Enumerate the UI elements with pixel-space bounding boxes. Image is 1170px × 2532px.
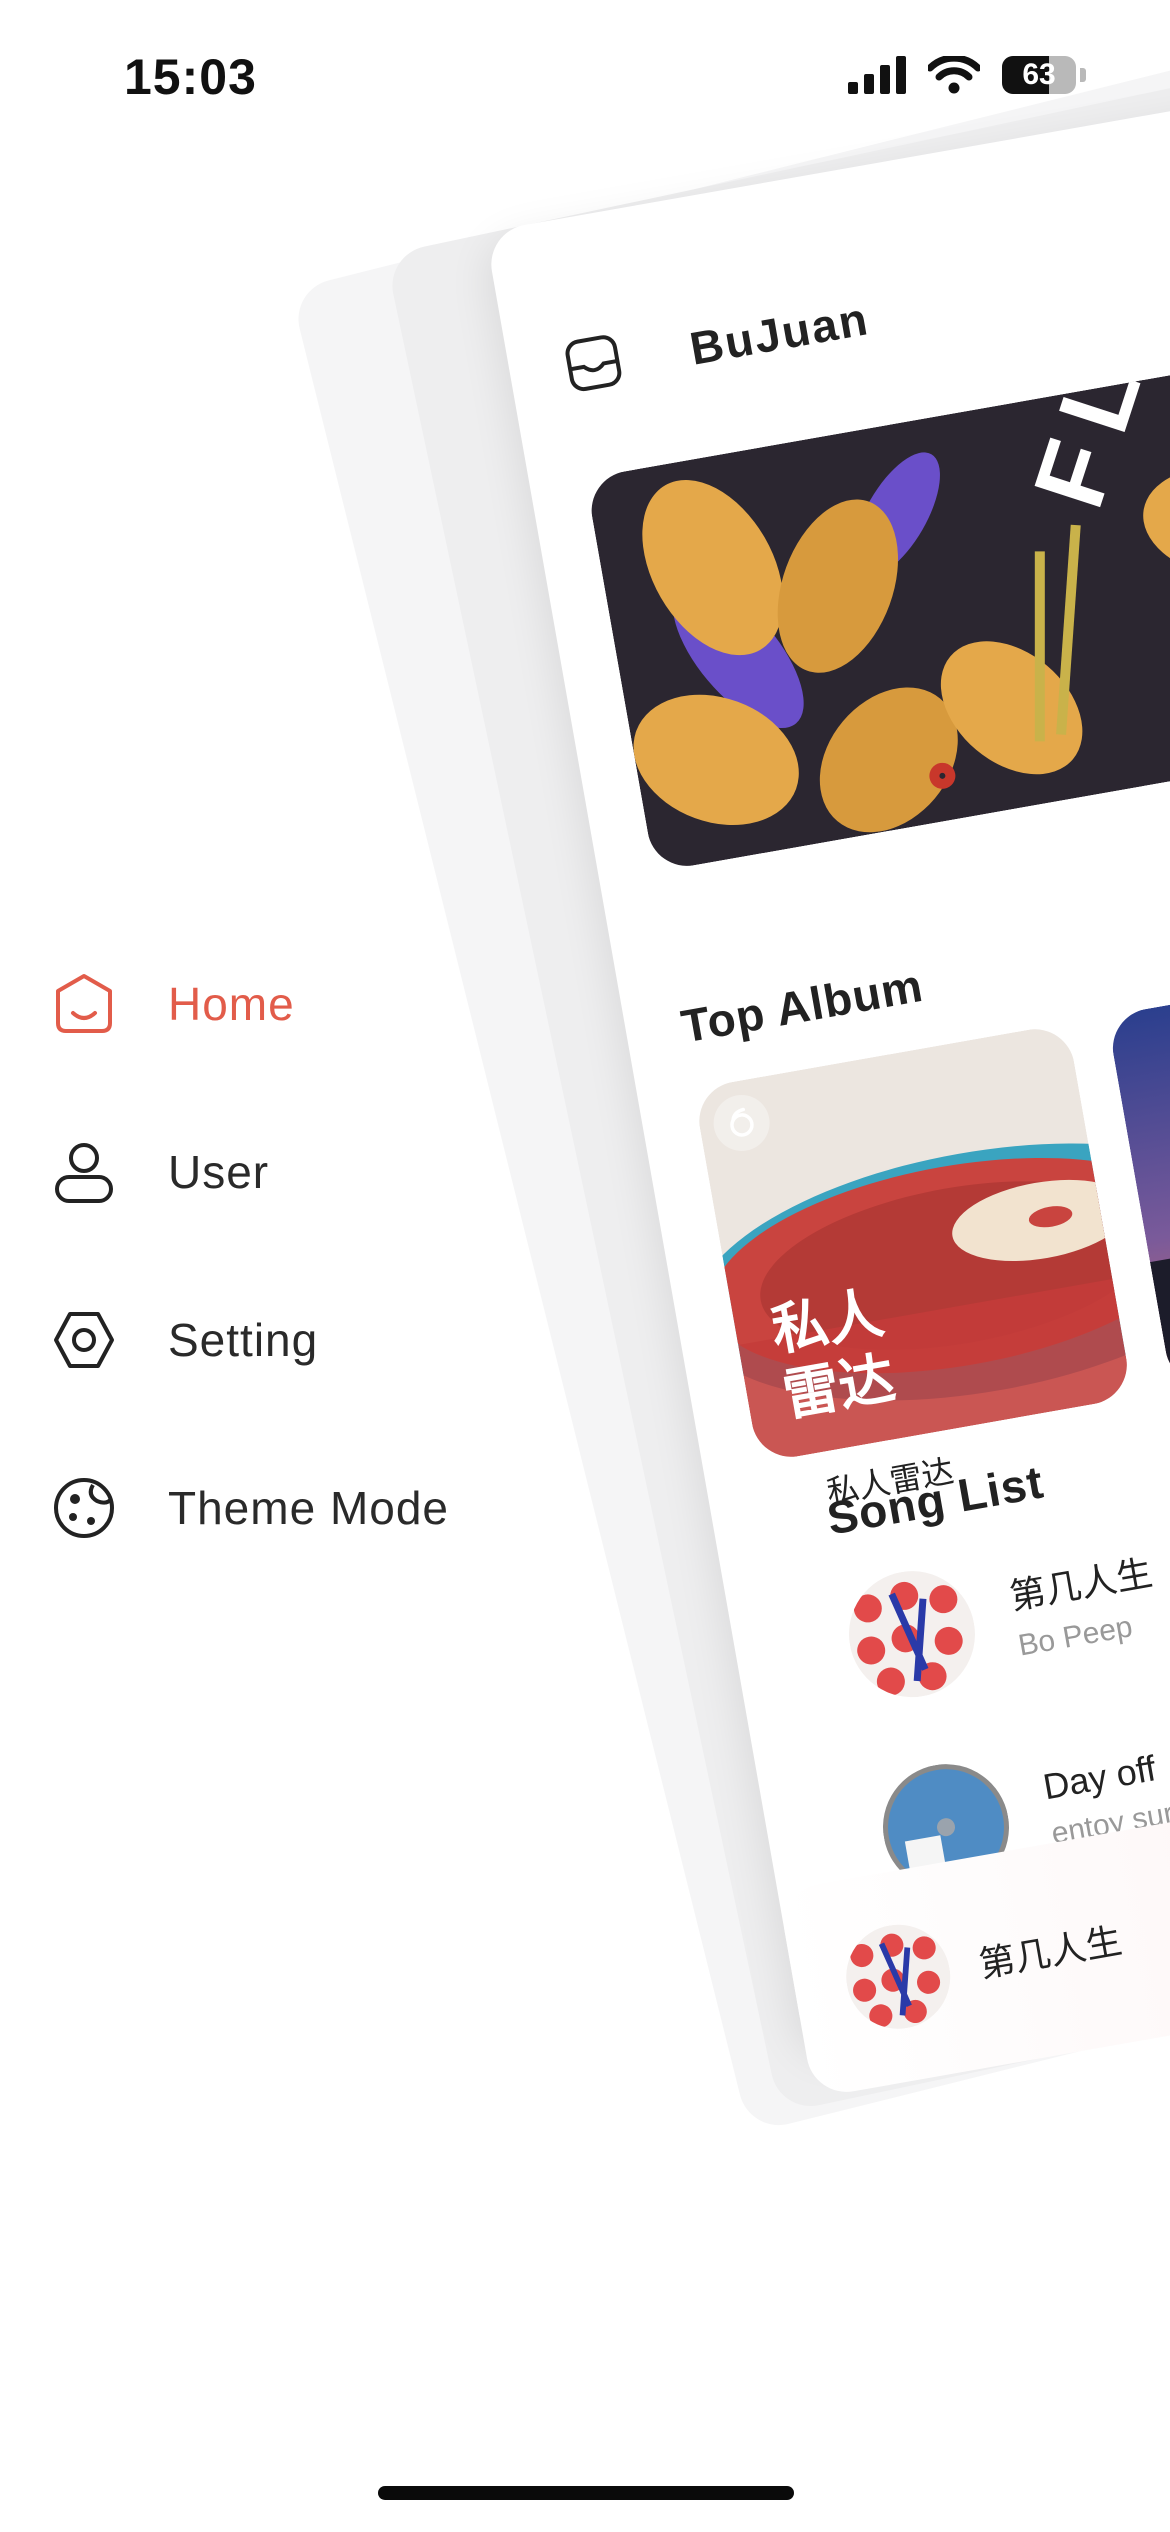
banner-image[interactable]: FLORA — [585, 308, 1170, 873]
album-cover-text: 私人 雷达 — [767, 1280, 900, 1429]
battery-percent: 63 — [1022, 58, 1056, 91]
palette-icon — [50, 1474, 118, 1542]
app-title: BuJuan — [685, 291, 873, 375]
top-album-title: Top Album — [677, 958, 927, 1053]
home-indicator[interactable] — [378, 2486, 794, 2500]
side-menu: Home User Setting Theme Mode — [50, 970, 449, 1642]
drawer-icon[interactable] — [561, 331, 627, 401]
status-time: 15:03 — [124, 49, 257, 105]
now-playing-cover — [838, 1916, 959, 2037]
now-playing-title: 第几人生 — [975, 1919, 1125, 1986]
status-bar: 15:03 63 — [0, 0, 1170, 150]
song-row[interactable]: 第几人生 Bo Peep — [838, 1527, 1167, 1709]
album-cover: 私人 雷达 — [692, 1022, 1134, 1464]
user-icon — [50, 1138, 118, 1206]
menu-item-label: User — [168, 1146, 270, 1198]
menu-item-theme-mode[interactable]: Theme Mode — [50, 1474, 449, 1542]
menu-item-home[interactable]: Home — [50, 970, 449, 1038]
menu-item-setting[interactable]: Setting — [50, 1306, 449, 1374]
settings-icon — [50, 1306, 118, 1374]
main-content-card[interactable]: BuJuan Top Album 私人 雷达 私人雷达 Song List 第几… — [485, 40, 1170, 2099]
song-title: Day off — [1039, 1747, 1159, 1808]
battery-icon: 63 — [1002, 56, 1076, 94]
song-cover — [838, 1561, 985, 1708]
app-header: BuJuan — [561, 287, 874, 400]
battery-cap — [1080, 68, 1086, 82]
menu-item-label: Setting — [168, 1314, 319, 1366]
menu-item-user[interactable]: User — [50, 1138, 449, 1206]
menu-item-label: Theme Mode — [168, 1482, 450, 1534]
wifi-icon — [928, 56, 980, 94]
status-icons: 63 — [848, 56, 1086, 94]
song-meta: 第几人生 Bo Peep — [1005, 1544, 1163, 1664]
signal-icon — [848, 56, 906, 94]
album-card[interactable]: 私人 雷达 私人雷达 — [692, 1022, 1144, 1524]
home-icon — [50, 970, 118, 1038]
menu-item-label: Home — [168, 978, 295, 1030]
